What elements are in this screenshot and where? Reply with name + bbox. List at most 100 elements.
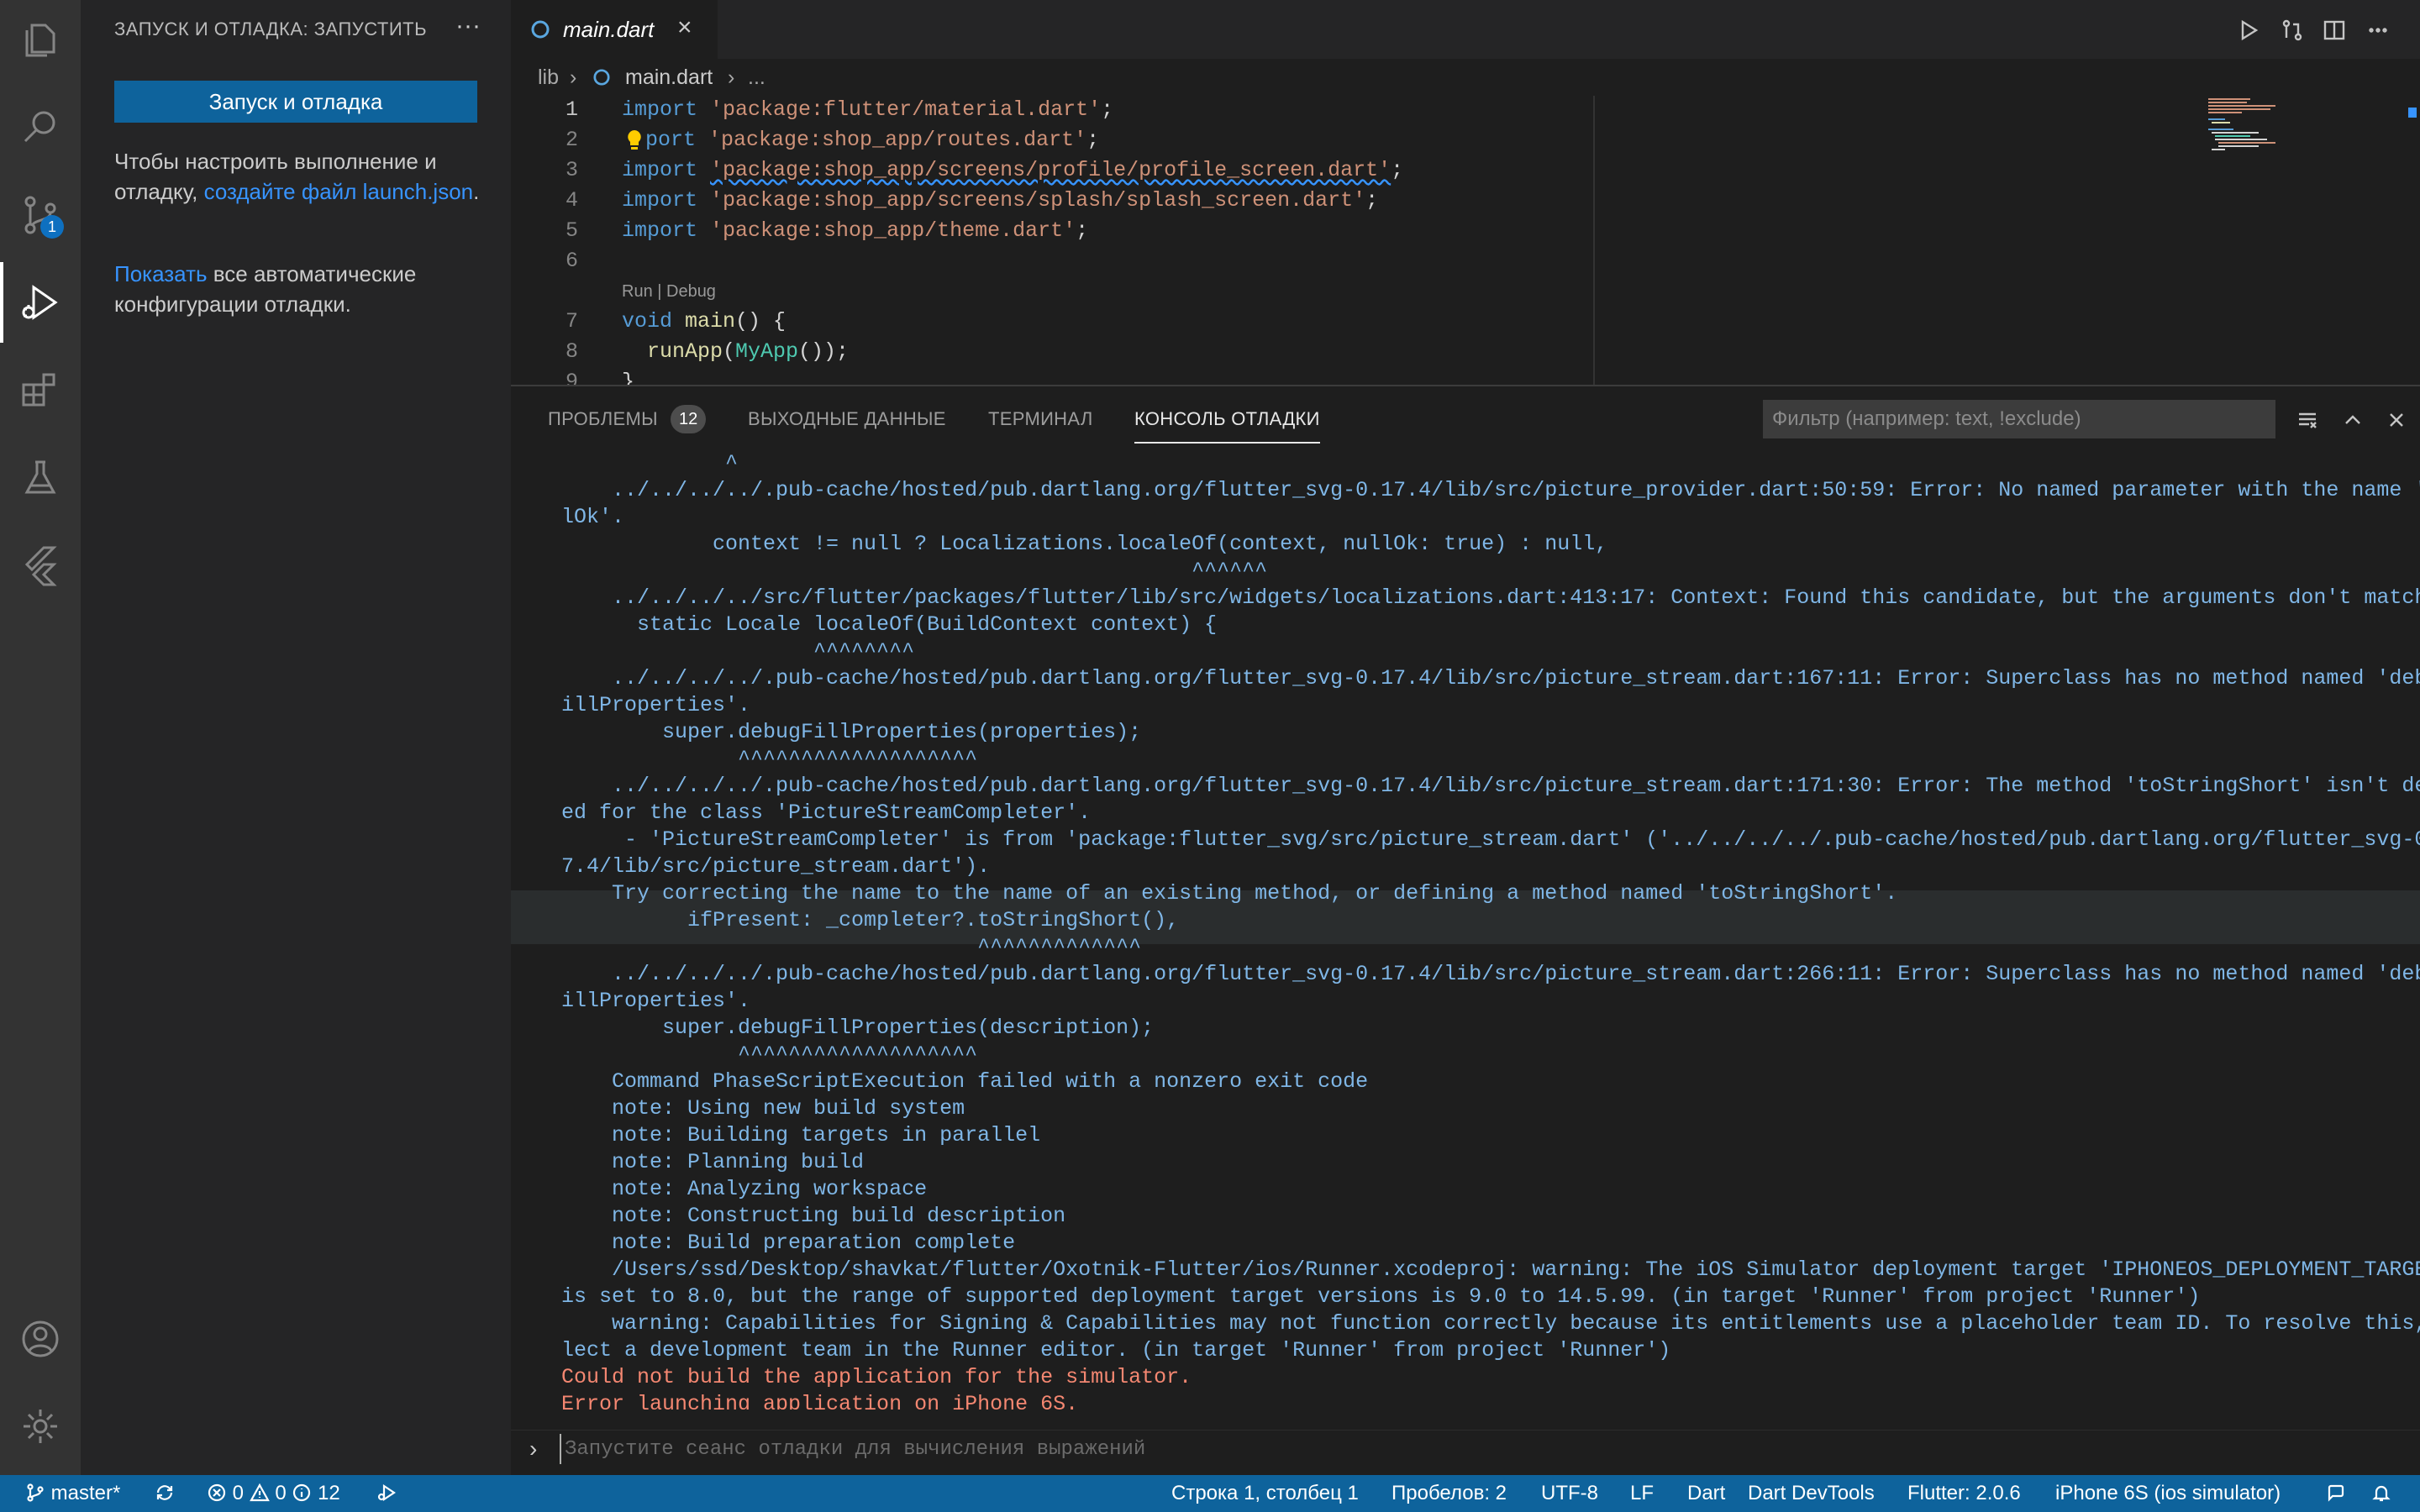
create-launch-json-link[interactable]: создайте файл launch.json bbox=[204, 179, 474, 204]
debug-launch-icon[interactable] bbox=[376, 1482, 397, 1505]
bottom-panel: ПРОБЛЕМЫ 12 ВЫХОДНЫЕ ДАННЫЕ ТЕРМИНАЛ КОН… bbox=[511, 385, 2420, 1475]
console-line: note: Planning build bbox=[561, 1150, 865, 1174]
run-and-debug-button[interactable]: Запуск и отладка bbox=[114, 81, 477, 123]
language-mode-status[interactable]: Dart bbox=[1687, 1482, 1725, 1505]
error-count: 0 bbox=[232, 1482, 245, 1504]
console-line: static Locale localeOf(BuildContext cont… bbox=[561, 612, 1218, 637]
line-number: 3 bbox=[565, 158, 578, 182]
tab-debug-console[interactable]: КОНСОЛЬ ОТЛАДКИ bbox=[1134, 408, 1320, 444]
code-text: import 'package:shop_app/screens/profile… bbox=[622, 158, 1404, 182]
close-tab-icon[interactable]: × bbox=[677, 13, 692, 42]
tab-main-dart[interactable]: main.dart × bbox=[511, 0, 718, 59]
console-line: warning: Capabilities for Signing & Capa… bbox=[561, 1311, 2420, 1336]
console-line: ^^^^^^^^^^^^^^^^^^^ bbox=[561, 1042, 978, 1067]
dart-file-icon bbox=[531, 20, 550, 39]
line-number: 2 bbox=[565, 128, 578, 152]
minimap[interactable] bbox=[2200, 96, 2326, 180]
run-file-icon[interactable] bbox=[2232, 13, 2265, 47]
testing-icon[interactable] bbox=[0, 437, 81, 517]
source-control-badge: 1 bbox=[40, 215, 64, 239]
run-debug-codelens[interactable]: Run | Debug bbox=[622, 282, 716, 302]
device-status[interactable]: iPhone 6S (ios simulator) bbox=[2055, 1482, 2281, 1505]
line-number: 4 bbox=[565, 188, 578, 213]
dart-devtools-status[interactable]: Dart DevTools bbox=[1748, 1482, 1875, 1505]
run-debug-sidebar: ЗАПУСК И ОТЛАДКА: ЗАПУСТИТЬ ··· Запуск и… bbox=[81, 0, 511, 1475]
encoding-status[interactable]: UTF-8 bbox=[1541, 1482, 1598, 1505]
code-editor[interactable]: 1 import 'package:flutter/material.dart'… bbox=[511, 96, 2420, 385]
launch-config-hint: Чтобы настроить выполнение и отладку, со… bbox=[114, 146, 484, 207]
sidebar-title: ЗАПУСК И ОТЛАДКА: ЗАПУСТИТЬ bbox=[114, 18, 428, 39]
dart-file-icon bbox=[593, 69, 610, 86]
info-icon bbox=[293, 1483, 311, 1502]
code-text: runApp(MyApp()); bbox=[647, 339, 850, 364]
console-line: note: Using new build system bbox=[561, 1096, 965, 1121]
console-line: 7.4/lib/src/picture_stream.dart'). bbox=[561, 854, 991, 879]
notifications-bell-icon[interactable] bbox=[2371, 1482, 2391, 1505]
debug-console-output[interactable]: ^ ../../../../.pub-cache/hosted/pub.dart… bbox=[511, 450, 2420, 1410]
breadcrumb-more[interactable]: ... bbox=[748, 66, 765, 90]
sync-icon[interactable] bbox=[155, 1482, 175, 1505]
console-filter-input[interactable] bbox=[1763, 400, 2275, 438]
tab-terminal[interactable]: ТЕРМИНАЛ bbox=[988, 408, 1093, 430]
code-line: 7 void main() { bbox=[511, 309, 2420, 339]
console-line: context != null ? Localizations.localeOf… bbox=[561, 532, 1608, 556]
tab-output[interactable]: ВЫХОДНЫЕ ДАННЫЕ bbox=[748, 408, 946, 430]
feedback-icon[interactable] bbox=[2326, 1482, 2346, 1505]
git-branch-icon bbox=[27, 1483, 44, 1502]
line-number: 5 bbox=[565, 218, 578, 243]
code-text: port 'package:shop_app/routes.dart'; bbox=[645, 128, 1100, 152]
problems-status[interactable]: 0 0 12 bbox=[207, 1482, 340, 1505]
code-line: 4 import 'package:shop_app/screens/splas… bbox=[511, 188, 2420, 218]
console-line: illProperties'. bbox=[561, 989, 751, 1013]
breadcrumb-file[interactable]: main.dart bbox=[625, 66, 713, 90]
repl-expression-input[interactable] bbox=[560, 1434, 2391, 1464]
split-editor-icon[interactable] bbox=[2317, 13, 2351, 47]
flutter-version-status[interactable]: Flutter: 2.0.6 bbox=[1907, 1482, 2021, 1505]
breadcrumb-folder[interactable]: lib bbox=[538, 66, 559, 90]
console-line: ^ bbox=[561, 451, 739, 475]
search-icon[interactable] bbox=[0, 87, 81, 168]
console-line: super.debugFillProperties(properties); bbox=[561, 720, 1142, 744]
console-line: lect a development team in the Runner ed… bbox=[561, 1338, 1671, 1362]
console-line: ifPresent: _completer?.toStringShort(), bbox=[561, 908, 1180, 932]
console-line: ../../../../.pub-cache/hosted/pub.dartla… bbox=[561, 774, 2420, 798]
extensions-icon[interactable] bbox=[0, 349, 81, 430]
console-line: note: Build preparation complete bbox=[561, 1231, 1016, 1255]
code-line: 6 bbox=[511, 249, 2420, 279]
code-text: } bbox=[622, 370, 635, 385]
more-actions-icon[interactable]: ··· bbox=[455, 12, 481, 40]
git-branch-status[interactable]: master* bbox=[25, 1482, 120, 1505]
console-line: ../../../../.pub-cache/hosted/pub.dartla… bbox=[561, 478, 2420, 502]
console-line: is set to 8.0, but the range of supporte… bbox=[561, 1284, 2201, 1309]
maximize-panel-icon[interactable] bbox=[2338, 405, 2368, 435]
warning-icon bbox=[249, 1483, 270, 1502]
indentation-status[interactable]: Пробелов: 2 bbox=[1392, 1482, 1507, 1505]
open-changes-icon[interactable] bbox=[2275, 13, 2309, 47]
flutter-icon[interactable] bbox=[0, 524, 81, 605]
show-all-configs-link[interactable]: Показать bbox=[114, 261, 208, 286]
eol-status[interactable]: LF bbox=[1630, 1482, 1654, 1505]
clear-console-icon[interactable] bbox=[2292, 405, 2323, 435]
activity-bar: 1 bbox=[0, 0, 81, 1475]
overview-ruler-marker bbox=[2408, 108, 2417, 118]
code-text: void main() { bbox=[622, 309, 786, 333]
console-line: lOk'. bbox=[561, 505, 625, 529]
run-and-debug-icon[interactable] bbox=[0, 262, 81, 343]
lightbulb-icon[interactable] bbox=[623, 128, 645, 153]
code-text: import 'package:shop_app/theme.dart'; bbox=[622, 218, 1089, 243]
accounts-icon[interactable] bbox=[0, 1299, 81, 1379]
console-line: Try correcting the name to the name of a… bbox=[561, 881, 1898, 906]
editor-more-icon[interactable] bbox=[2361, 13, 2395, 47]
console-line: ../../../../.pub-cache/hosted/pub.dartla… bbox=[561, 962, 2420, 986]
source-control-icon[interactable] bbox=[0, 175, 81, 255]
code-line: 1 import 'package:flutter/material.dart'… bbox=[511, 97, 2420, 128]
explorer-icon[interactable] bbox=[0, 0, 81, 81]
console-line: Command PhaseScriptExecution failed with… bbox=[561, 1069, 1369, 1094]
cursor-position-status[interactable]: Строка 1, столбец 1 bbox=[1171, 1482, 1359, 1505]
hint-period: . bbox=[473, 179, 480, 204]
show-configs-hint: Показать все автоматические конфигурации… bbox=[114, 259, 484, 319]
tab-problems[interactable]: ПРОБЛЕМЫ bbox=[548, 408, 658, 430]
console-line: ^^^^^^^^^^^^^^^^^^^ bbox=[561, 747, 978, 771]
settings-gear-icon[interactable] bbox=[0, 1386, 81, 1467]
close-panel-icon[interactable] bbox=[2381, 405, 2412, 435]
